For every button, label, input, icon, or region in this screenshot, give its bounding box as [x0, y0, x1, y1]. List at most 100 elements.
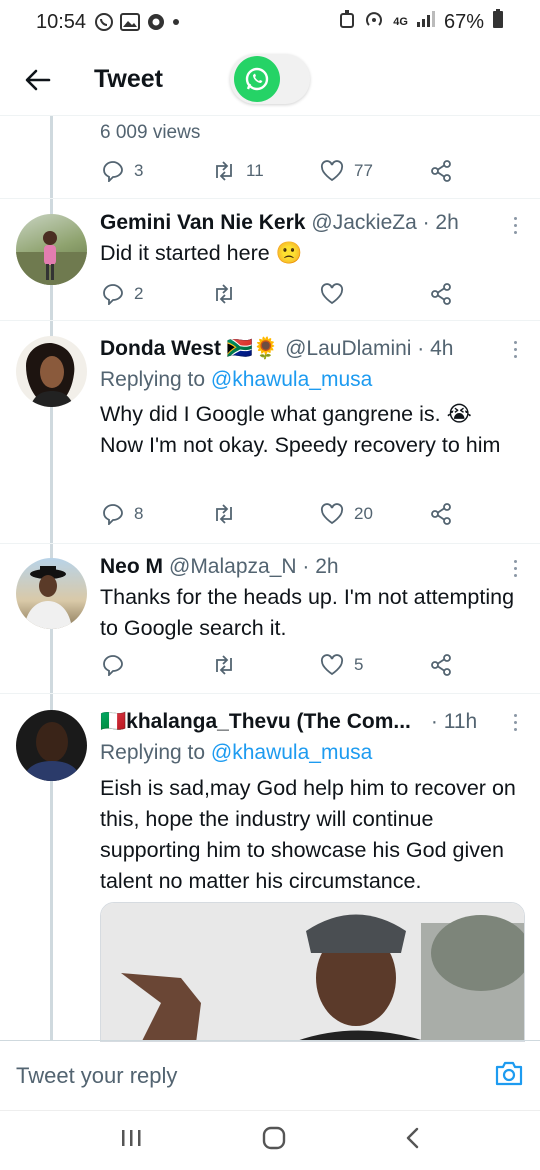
top-bar: Tweet	[0, 44, 540, 116]
retweet-icon	[216, 655, 232, 675]
tweet-actions: 8 20	[0, 503, 540, 529]
system-nav-bar	[0, 1110, 540, 1170]
tweet-actions: 5	[0, 654, 540, 680]
reply-count: 3	[134, 161, 144, 180]
main-tweet-actions: 3 11 77	[0, 160, 540, 186]
retweet-button[interactable]	[212, 283, 236, 305]
avatar[interactable]	[16, 710, 87, 781]
status-time: 10:54	[36, 10, 87, 33]
display-name[interactable]: Neo M	[100, 555, 163, 579]
like-button[interactable]: 20	[320, 503, 373, 525]
battery-level: 67%	[443, 10, 484, 33]
share-button[interactable]	[430, 160, 452, 182]
reply-button[interactable]	[102, 654, 124, 676]
tweet-text: Did it started here 🙁	[100, 241, 303, 265]
reply-tweet-3[interactable]: Neo M @Malapza_N · 2h Thanks for the hea…	[0, 544, 540, 693]
back-button[interactable]	[8, 50, 68, 110]
gallery-icon	[120, 13, 141, 31]
signal-icon	[416, 10, 436, 34]
handle-time[interactable]: @Malapza_N · 2h	[169, 555, 339, 579]
avatar[interactable]	[16, 336, 87, 407]
view-count: 6 009 views	[100, 122, 201, 143]
tweet-media-image[interactable]	[100, 902, 525, 1042]
like-button[interactable]	[320, 283, 344, 305]
replying-prefix: Replying to	[100, 741, 206, 764]
arrow-left-icon	[25, 69, 51, 90]
like-count: 5	[354, 655, 364, 674]
page-title: Tweet	[94, 65, 163, 93]
replying-prefix: Replying to	[100, 368, 206, 391]
display-name[interactable]: Donda West 🇿🇦🌻	[100, 337, 279, 361]
like-count: 77	[354, 161, 373, 180]
more-options-icon[interactable]	[512, 714, 518, 735]
reply-button[interactable]: 2	[102, 283, 143, 305]
share-icon	[431, 283, 451, 305]
reply-button[interactable]: 3	[102, 160, 143, 182]
share-button[interactable]	[430, 654, 452, 676]
share-icon	[431, 160, 451, 182]
heart-icon	[320, 160, 344, 182]
more-options-icon[interactable]	[512, 217, 518, 238]
whatsapp-share-toggle[interactable]	[230, 54, 310, 104]
reply-tweet-2[interactable]: Donda West 🇿🇦🌻 @LauDlamini · 4h Replying…	[0, 321, 540, 543]
retweet-icon	[216, 284, 232, 304]
share-button[interactable]	[430, 503, 452, 525]
heart-icon	[320, 503, 344, 525]
tweet-text: Why did I Google what gangrene is. 😭 Now…	[100, 402, 501, 457]
avatar[interactable]	[16, 558, 87, 629]
tweet-text: Eish is sad,may God help him to recover …	[100, 776, 516, 893]
share-button[interactable]	[430, 283, 452, 305]
handle-time[interactable]: @JackieZa · 2h	[311, 211, 458, 235]
retweet-icon	[216, 504, 232, 524]
alarm-icon	[339, 9, 355, 35]
avatar[interactable]	[16, 214, 87, 285]
more-options-icon[interactable]	[512, 341, 518, 362]
tweet-header: Neo M @Malapza_N · 2h	[100, 555, 339, 579]
replying-to: Replying to @khawula_musa	[100, 741, 372, 765]
reply-icon	[103, 655, 123, 676]
like-button[interactable]: 5	[320, 654, 363, 676]
replying-to: Replying to @khawula_musa	[100, 368, 372, 392]
handle-time[interactable]: @LauDlamini · 4h	[285, 337, 453, 361]
tweet-header: Donda West 🇿🇦🌻 @LauDlamini · 4h	[100, 337, 453, 361]
display-name[interactable]: Gemini Van Nie Kerk	[100, 211, 305, 235]
back-nav-button[interactable]	[405, 1126, 421, 1155]
reply-count: 8	[134, 504, 144, 523]
recent-apps-icon	[122, 1130, 141, 1146]
camera-button[interactable]	[494, 1059, 524, 1092]
home-button[interactable]	[262, 1126, 286, 1155]
display-name[interactable]: 🇮🇹khalanga_Thevu (The Com...	[100, 710, 411, 734]
battery-icon	[492, 9, 504, 35]
more-options-icon[interactable]	[512, 560, 518, 581]
recent-apps-button[interactable]	[119, 1128, 143, 1153]
home-icon	[262, 1126, 286, 1150]
status-bar: 10:54 4G 67%	[0, 0, 540, 44]
retweet-button[interactable]	[212, 503, 236, 525]
back-icon	[406, 1127, 418, 1149]
hotspot-icon	[363, 9, 385, 35]
whatsapp-icon	[94, 12, 114, 32]
heart-icon	[320, 283, 344, 305]
retweet-button[interactable]: 11	[212, 160, 264, 182]
reply-input[interactable]: Tweet your reply	[16, 1063, 177, 1089]
reply-button[interactable]: 8	[102, 503, 143, 525]
like-count: 20	[354, 504, 373, 523]
retweet-button[interactable]	[212, 654, 236, 676]
heart-icon	[320, 654, 344, 676]
reply-tweet-1[interactable]: Gemini Van Nie Kerk @JackieZa · 2h Did i…	[0, 199, 540, 320]
reply-count: 2	[134, 284, 144, 303]
reply-icon	[103, 161, 123, 182]
network-type: 4G	[393, 16, 408, 28]
mention-link[interactable]: @khawula_musa	[211, 368, 372, 391]
retweet-count: 11	[246, 161, 264, 180]
tweet-actions: 2	[0, 283, 540, 309]
notification-dot	[172, 18, 180, 26]
like-button[interactable]: 77	[320, 160, 373, 182]
tweet-text: Thanks for the heads up. I'm not attempt…	[100, 585, 515, 640]
mention-link[interactable]: @khawula_musa	[211, 741, 372, 764]
reply-composer[interactable]: Tweet your reply	[0, 1040, 540, 1110]
reply-icon	[103, 284, 123, 305]
handle-time[interactable]: · 11h	[431, 710, 477, 734]
tweet-header: 🇮🇹khalanga_Thevu (The Com... · 11h	[100, 710, 477, 734]
camera-icon	[495, 1061, 523, 1086]
